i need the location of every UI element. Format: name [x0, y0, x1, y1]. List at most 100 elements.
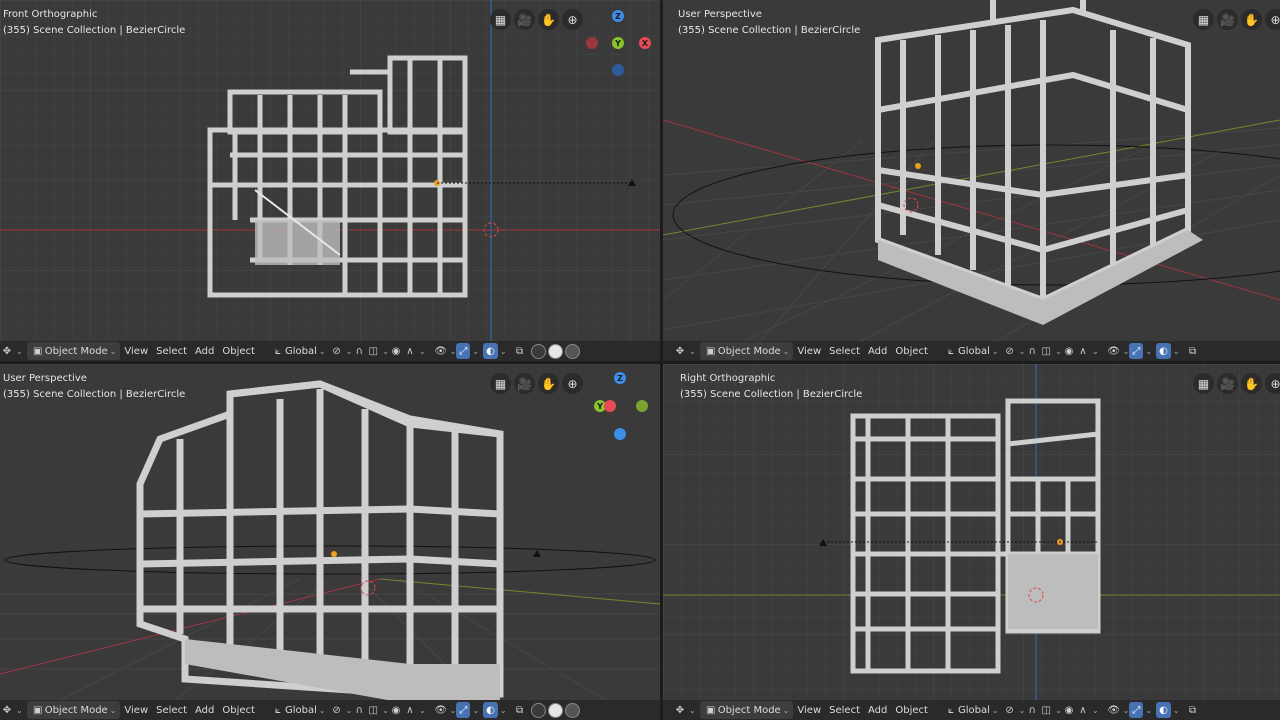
grid-icon[interactable]: ▦ — [1193, 373, 1214, 394]
editor-type-icon[interactable]: ✥ — [0, 344, 14, 358]
material-shading-icon[interactable] — [564, 702, 580, 718]
proportional-icon[interactable]: ◉ — [389, 344, 403, 358]
axis-y[interactable]: Y — [612, 37, 624, 49]
gizmo-toggle[interactable]: ⤢ — [456, 343, 471, 359]
menu-view[interactable]: View — [120, 701, 152, 719]
visibility-icon[interactable]: 👁 — [434, 703, 448, 717]
mode-dropdown[interactable]: ▣ Object Mode ⌄ — [699, 701, 794, 719]
wireframe-shading-icon[interactable] — [530, 343, 546, 359]
proportional-icon[interactable]: ◉ — [389, 703, 403, 717]
overlay-toggle[interactable]: ◐ — [1156, 343, 1171, 359]
wireframe-shading-icon[interactable] — [530, 702, 546, 718]
snap-target-icon[interactable]: ◫ — [366, 703, 380, 717]
menu-object[interactable]: Object — [218, 701, 259, 719]
hand-pan-icon[interactable]: ✋ — [538, 373, 559, 394]
gizmo-toggle[interactable]: ⤢ — [1129, 343, 1144, 359]
proportional-icon[interactable]: ◉ — [1062, 703, 1076, 717]
snap-target-icon[interactable]: ◫ — [1039, 344, 1053, 358]
visibility-icon[interactable]: 👁 — [434, 344, 448, 358]
axis-neg-z[interactable] — [614, 428, 626, 440]
menu-object[interactable]: Object — [891, 701, 932, 719]
falloff-icon[interactable]: ∧ — [403, 703, 417, 717]
viewport-user-persp-2[interactable]: User Perspective (355) Scene Collection … — [0, 364, 660, 720]
mode-dropdown[interactable]: ▣ Object Mode ⌄ — [699, 342, 794, 360]
solid-shading-icon[interactable] — [547, 343, 563, 359]
transform-orientation-dropdown[interactable]: ⟀ Global ⌄ — [267, 342, 330, 360]
falloff-icon[interactable]: ∧ — [403, 344, 417, 358]
menu-add[interactable]: Add — [191, 701, 218, 719]
menu-add[interactable]: Add — [864, 342, 891, 360]
transform-orientation-dropdown[interactable]: ⟀ Global ⌄ — [940, 342, 1003, 360]
camera-icon[interactable]: 🎥 — [514, 9, 535, 30]
axis-neg-z[interactable] — [612, 64, 624, 76]
visibility-icon[interactable]: 👁 — [1107, 344, 1121, 358]
menu-select[interactable]: Select — [152, 701, 191, 719]
axis-z[interactable]: Z — [612, 10, 624, 22]
grid-icon[interactable]: ▦ — [490, 9, 511, 30]
snap-icon[interactable]: ∩ — [1025, 703, 1039, 717]
link-icon[interactable]: ⊘ — [330, 344, 344, 358]
solid-shading-icon[interactable] — [547, 702, 563, 718]
zoom-icon[interactable]: ⊕ — [562, 373, 583, 394]
grid-icon[interactable]: ▦ — [1193, 9, 1214, 30]
menu-object[interactable]: Object — [218, 342, 259, 360]
menu-view[interactable]: View — [793, 342, 825, 360]
overlay-toggle[interactable]: ◐ — [1156, 702, 1171, 718]
falloff-icon[interactable]: ∧ — [1076, 703, 1090, 717]
area-split-horizontal[interactable] — [0, 361, 1280, 364]
zoom-icon[interactable]: ⊕ — [1265, 373, 1280, 394]
overlay-toggle[interactable]: ◐ — [483, 343, 498, 359]
axis-neg-y[interactable] — [636, 400, 648, 412]
grid-icon[interactable]: ▦ — [490, 373, 511, 394]
zoom-icon[interactable]: ⊕ — [562, 9, 583, 30]
snap-target-icon[interactable]: ◫ — [1039, 703, 1053, 717]
mode-dropdown[interactable]: ▣ Object Mode ⌄ — [26, 701, 121, 719]
menu-view[interactable]: View — [793, 701, 825, 719]
menu-add[interactable]: Add — [864, 701, 891, 719]
gizmo-toggle[interactable]: ⤢ — [456, 702, 471, 718]
snap-icon[interactable]: ∩ — [352, 703, 366, 717]
link-icon[interactable]: ⊘ — [1003, 344, 1017, 358]
menu-add[interactable]: Add — [191, 342, 218, 360]
axis-x[interactable] — [604, 400, 616, 412]
area-split-vertical[interactable] — [660, 0, 663, 720]
menu-object[interactable]: Object — [891, 342, 932, 360]
xray-icon[interactable]: ⧉ — [513, 703, 527, 717]
axis-neg-x[interactable] — [586, 37, 598, 49]
overlay-toggle[interactable]: ◐ — [483, 702, 498, 718]
snap-icon[interactable]: ∩ — [352, 344, 366, 358]
editor-type-icon[interactable]: ✥ — [0, 703, 14, 717]
snap-icon[interactable]: ∩ — [1025, 344, 1039, 358]
menu-view[interactable]: View — [120, 342, 152, 360]
camera-icon[interactable]: 🎥 — [1217, 9, 1238, 30]
gizmo-toggle[interactable]: ⤢ — [1129, 702, 1144, 718]
editor-type-icon[interactable]: ✥ — [673, 344, 687, 358]
axis-x[interactable]: X — [639, 37, 651, 49]
transform-orientation-dropdown[interactable]: ⟀ Global ⌄ — [267, 701, 330, 719]
xray-icon[interactable]: ⧉ — [1186, 703, 1200, 717]
transform-orientation-dropdown[interactable]: ⟀ Global ⌄ — [940, 701, 1003, 719]
hand-pan-icon[interactable]: ✋ — [1241, 9, 1262, 30]
material-shading-icon[interactable] — [564, 343, 580, 359]
axis-z[interactable]: Z — [614, 372, 626, 384]
axis-gizmo[interactable]: Z Y — [584, 370, 654, 440]
zoom-icon[interactable]: ⊕ — [1265, 9, 1280, 30]
xray-icon[interactable]: ⧉ — [513, 344, 527, 358]
viewport-right-ortho[interactable]: Right Orthographic (355) Scene Collectio… — [663, 364, 1280, 720]
camera-icon[interactable]: 🎥 — [1217, 373, 1238, 394]
falloff-icon[interactable]: ∧ — [1076, 344, 1090, 358]
camera-icon[interactable]: 🎥 — [514, 373, 535, 394]
axis-gizmo[interactable]: Z Y X — [584, 6, 654, 76]
menu-select[interactable]: Select — [825, 342, 864, 360]
menu-select[interactable]: Select — [152, 342, 191, 360]
link-icon[interactable]: ⊘ — [1003, 703, 1017, 717]
menu-select[interactable]: Select — [825, 701, 864, 719]
xray-icon[interactable]: ⧉ — [1186, 344, 1200, 358]
link-icon[interactable]: ⊘ — [330, 703, 344, 717]
hand-pan-icon[interactable]: ✋ — [538, 9, 559, 30]
mode-dropdown[interactable]: ▣ Object Mode ⌄ — [26, 342, 121, 360]
viewport-front-ortho[interactable]: Front Orthographic (355) Scene Collectio… — [0, 0, 660, 361]
editor-type-icon[interactable]: ✥ — [673, 703, 687, 717]
snap-target-icon[interactable]: ◫ — [366, 344, 380, 358]
visibility-icon[interactable]: 👁 — [1107, 703, 1121, 717]
